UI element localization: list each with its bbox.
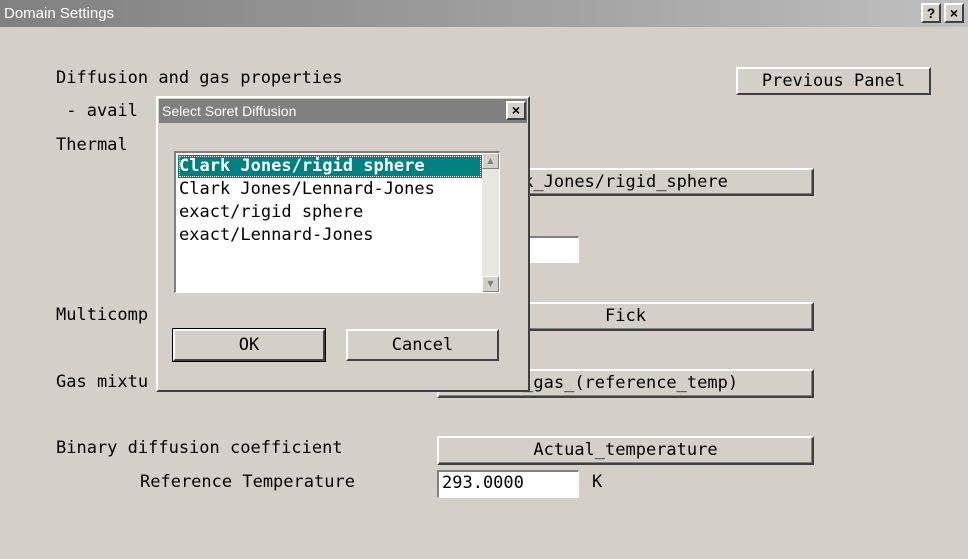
binary-diffusion-label: Binary diffusion coefficient bbox=[56, 438, 343, 458]
window-close-button[interactable]: × bbox=[944, 3, 964, 23]
scroll-up-icon[interactable]: ▲ bbox=[482, 153, 499, 169]
reference-temperature-field[interactable]: 293.0000 bbox=[437, 470, 579, 498]
dialog-close-button[interactable]: × bbox=[506, 101, 526, 120]
list-item[interactable]: exact/Lennard-Jones bbox=[178, 224, 482, 247]
list-items: Clark Jones/rigid sphere Clark Jones/Lenn… bbox=[178, 155, 482, 247]
available-label: - avail bbox=[56, 101, 138, 121]
list-item[interactable]: exact/rigid sphere bbox=[178, 201, 482, 224]
scroll-down-icon[interactable]: ▼ bbox=[482, 276, 499, 292]
binary-diffusion-button[interactable]: Actual_temperature bbox=[437, 436, 814, 465]
list-item[interactable]: Clark Jones/rigid sphere bbox=[178, 155, 482, 178]
thermal-label: Thermal bbox=[56, 135, 128, 155]
window-titlebar: Domain Settings ? × bbox=[0, 0, 968, 27]
ok-button[interactable]: OK bbox=[172, 328, 326, 362]
dialog-title: Select Soret Diffusion bbox=[162, 103, 297, 119]
gas-mixture-label: Gas mixtu bbox=[56, 372, 149, 392]
reference-temperature-label: Reference Temperature bbox=[140, 472, 355, 492]
dialog-titlebar: Select Soret Diffusion × bbox=[159, 99, 527, 123]
diffusion-heading: Diffusion and gas properties bbox=[56, 68, 343, 88]
multicomponent-label: Multicomp bbox=[56, 305, 149, 325]
help-button[interactable]: ? bbox=[921, 3, 941, 23]
select-soret-diffusion-dialog: Select Soret Diffusion × Clark Jones/rig… bbox=[156, 96, 530, 392]
previous-panel-button[interactable]: Previous Panel bbox=[736, 67, 931, 95]
cancel-button[interactable]: Cancel bbox=[346, 329, 499, 361]
soret-diffusion-listbox[interactable]: Clark Jones/rigid sphere Clark Jones/Lenn… bbox=[174, 151, 500, 293]
reference-temperature-unit: K bbox=[592, 472, 603, 492]
list-item[interactable]: Clark Jones/Lennard-Jones bbox=[178, 178, 482, 201]
listbox-scrollbar[interactable]: ▲ ▼ bbox=[482, 153, 499, 292]
window-title: Domain Settings bbox=[4, 5, 115, 22]
